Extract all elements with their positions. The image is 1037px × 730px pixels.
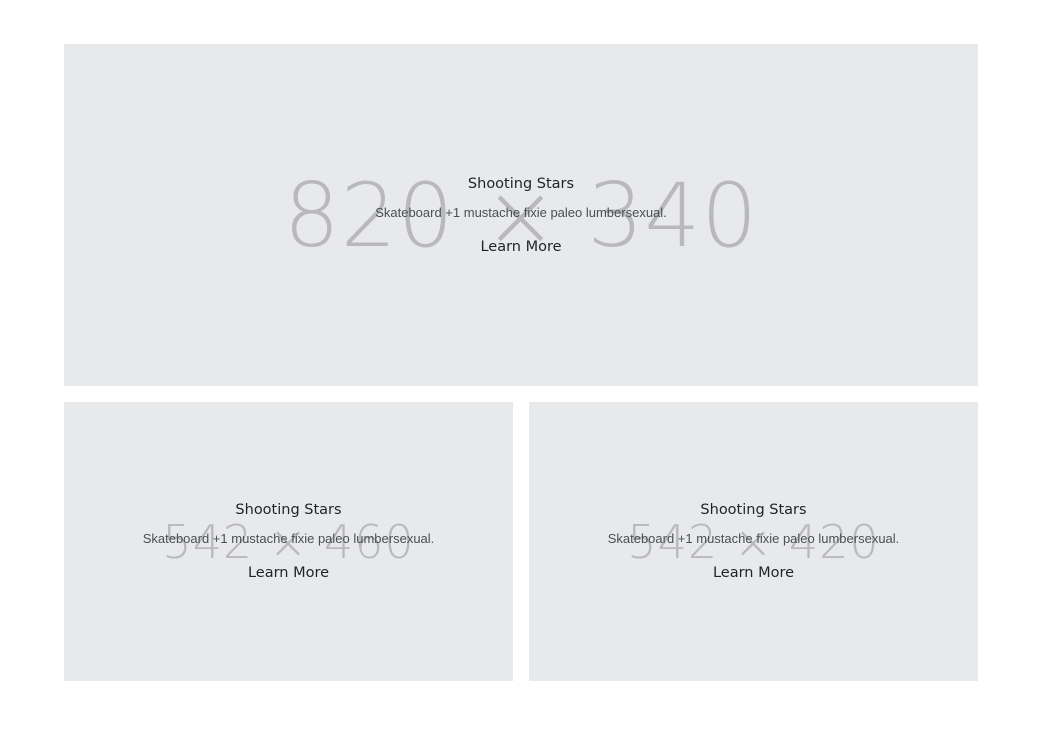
tile-title: Shooting Stars xyxy=(235,502,342,518)
tile-caption: Shooting Stars Skateboard +1 mustache fi… xyxy=(529,502,978,582)
tile-caption: Shooting Stars Skateboard +1 mustache fi… xyxy=(64,502,513,582)
tile-description: Skateboard +1 mustache fixie paleo lumbe… xyxy=(607,531,900,546)
learn-more-link[interactable]: Learn More xyxy=(713,565,794,582)
gallery-tile-left: 542 × 460 Shooting Stars Skateboard +1 m… xyxy=(64,402,513,681)
tile-caption: Shooting Stars Skateboard +1 mustache fi… xyxy=(64,176,978,256)
tile-description: Skateboard +1 mustache fixie paleo lumbe… xyxy=(375,205,667,220)
gallery-tile-right: 542 × 420 Shooting Stars Skateboard +1 m… xyxy=(529,402,978,681)
gallery-tile-large: 820 × 340 Shooting Stars Skateboard +1 m… xyxy=(64,44,978,386)
learn-more-link[interactable]: Learn More xyxy=(248,565,329,582)
tile-description: Skateboard +1 mustache fixie paleo lumbe… xyxy=(142,531,435,546)
tile-title: Shooting Stars xyxy=(700,502,807,518)
learn-more-link[interactable]: Learn More xyxy=(480,239,561,256)
tile-title: Shooting Stars xyxy=(467,176,575,192)
